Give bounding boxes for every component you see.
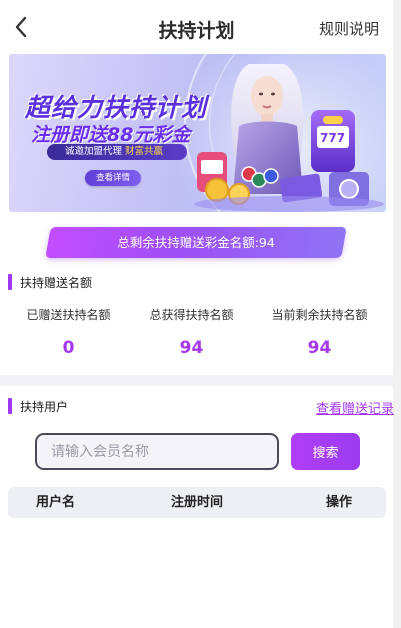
quota-section-title: 扶持赠送名额 — [8, 274, 92, 291]
svg-text:777: 777 — [320, 131, 345, 145]
stat-value: 94 — [179, 338, 204, 358]
column-username: 用户名 — [36, 495, 76, 510]
users-section-title: 扶持用户 — [8, 398, 68, 415]
stat-gifted: 已赠送扶持名额 0 — [3, 306, 134, 358]
remaining-quota-banner: 总剩余扶持赠送彩金名额:94 — [117, 235, 275, 250]
banner-strip: 诚邀加盟代理 财富共赢 — [47, 144, 187, 160]
promo-banner[interactable]: 超给力扶持计划 注册即送88元彩金 诚邀加盟代理 财富共赢 查看详情 777 — [9, 54, 386, 212]
banner-details-button[interactable]: 查看详情 — [85, 170, 141, 186]
banner-strip-text: 诚邀加盟代理 — [65, 146, 123, 157]
banner-strip-highlight: 财富共赢 — [125, 146, 164, 157]
banner-headline: 超给力扶持计划 — [25, 93, 208, 122]
stat-label: 总获得扶持名额 — [149, 308, 234, 322]
stat-total: 总获得扶持名额 94 — [126, 306, 257, 358]
stat-value: 0 — [62, 338, 75, 358]
column-register-time: 注册时间 — [171, 495, 224, 510]
table-header: 用户名 注册时间 操作 — [8, 487, 386, 518]
banner-illustration: 777 — [194, 64, 384, 212]
stat-value: 94 — [307, 338, 332, 358]
section-divider — [0, 375, 393, 386]
search-button[interactable]: 搜索 — [291, 433, 360, 470]
member-search-input[interactable] — [35, 433, 279, 470]
scrollbar[interactable] — [393, 0, 401, 628]
rules-link[interactable]: 规则说明 — [319, 18, 379, 39]
header: 扶持计划 规则说明 — [0, 0, 393, 54]
stat-remaining: 当前剩余扶持名额 94 — [254, 306, 385, 358]
view-gift-records-link[interactable]: 查看赠送记录 — [316, 398, 394, 417]
banner-subhead: 注册即送88元彩金 — [31, 124, 191, 146]
stat-label: 已赠送扶持名额 — [26, 308, 111, 322]
column-actions: 操作 — [326, 495, 353, 510]
stat-label: 当前剩余扶持名额 — [271, 308, 368, 322]
